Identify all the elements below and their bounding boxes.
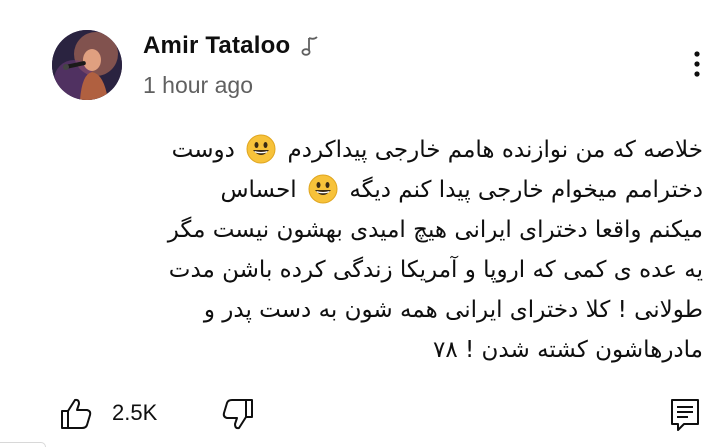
comment-timestamp: 1 hour ago	[143, 72, 253, 98]
author-name[interactable]: Amir Tataloo	[143, 32, 290, 60]
comment-text: خلاصه که من نوازنده هامم خارجی پیداکردم …	[38, 130, 703, 370]
comment-actions: 2.5K	[0, 388, 707, 438]
author-row: Amir Tataloo	[143, 30, 320, 62]
comment-line-text: میکنم واقعا دخترای ایرانی هیچ امیدی بهشو…	[167, 217, 703, 243]
music-note-icon	[300, 34, 320, 58]
reply-button[interactable]	[668, 396, 702, 432]
comment-line-text: مادرهاشون کشته شدن ! ۷۸	[432, 337, 703, 363]
grinning-face-icon	[246, 134, 276, 164]
thumbs-up-icon	[61, 398, 92, 429]
thumbs-down-icon	[222, 399, 253, 430]
comment-line-text: دوست	[171, 137, 235, 163]
card-divider	[0, 442, 46, 447]
comment-line-text: یه عده ی کمی که اروپا و آمریکا زندگی کرد…	[168, 257, 703, 283]
comment-line: دخترامم میخوام خارجی پیدا کنم دیگه احساس	[38, 170, 703, 210]
comment-line-text: دخترامم میخوام خارجی پیدا کنم دیگه	[349, 177, 703, 203]
comment-line: طولانی ! کلا دخترای ایرانی همه شون به دس…	[38, 290, 703, 330]
grinning-face-icon	[308, 174, 338, 204]
more-vertical-icon[interactable]	[690, 40, 704, 88]
comment-line: میکنم واقعا دخترای ایرانی هیچ امیدی بهشو…	[38, 210, 703, 250]
comment-line-text: خلاصه که من نوازنده هامم خارجی پیداکردم	[287, 137, 704, 163]
comment-line: خلاصه که من نوازنده هامم خارجی پیداکردم …	[38, 130, 703, 170]
comment-line-text: احساس	[220, 177, 297, 203]
like-button[interactable]	[58, 396, 94, 432]
avatar[interactable]	[52, 30, 122, 100]
comment-line: یه عده ی کمی که اروپا و آمریکا زندگی کرد…	[38, 250, 703, 290]
comment-line-text: طولانی ! کلا دخترای ایرانی همه شون به دس…	[203, 297, 703, 323]
avatar-image	[52, 30, 122, 100]
reply-comment-icon	[671, 399, 699, 431]
dislike-button[interactable]	[220, 396, 256, 432]
like-count: 2.5K	[112, 400, 158, 425]
comment-line: مادرهاشون کشته شدن ! ۷۸	[38, 330, 703, 370]
